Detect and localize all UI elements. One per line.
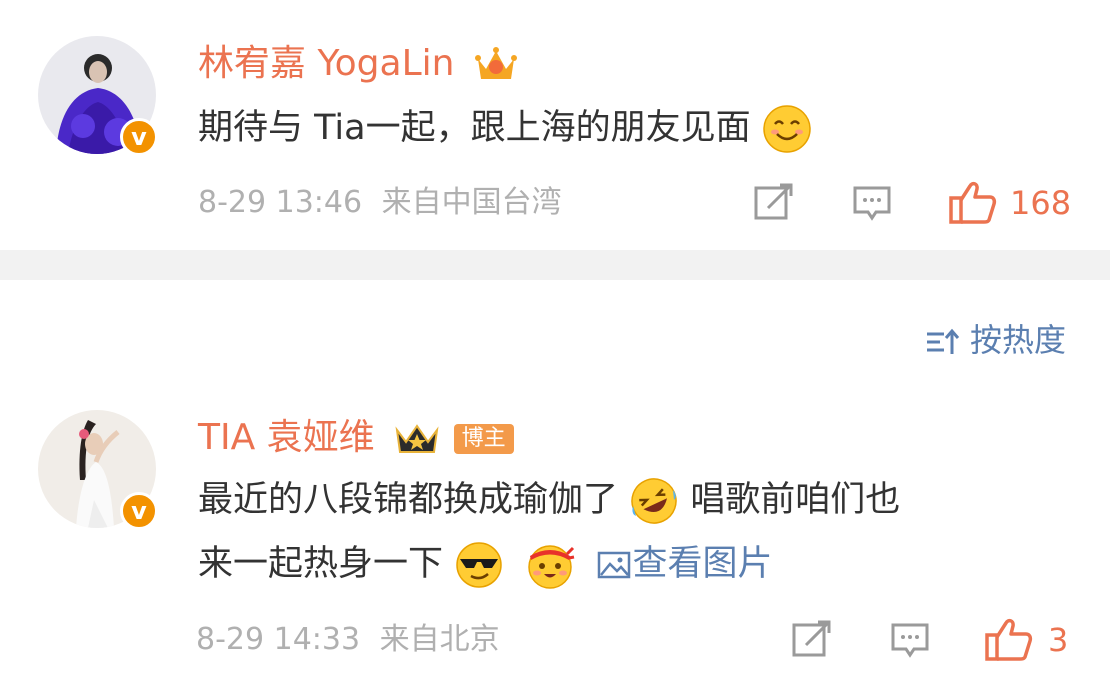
username-text[interactable]: 林宥嘉 YogaLin [198, 43, 454, 84]
timestamp: 8-29 14:33 [196, 622, 361, 657]
repost-button-icon[interactable] [752, 180, 796, 224]
crown-badge-icon [474, 47, 517, 79]
headband-emoji-icon [528, 545, 575, 589]
like-count: 3 [1048, 621, 1069, 659]
comment-content: 期待与 Tia一起，跟上海的朋友见面 [198, 108, 751, 148]
username[interactable]: 林宥嘉 YogaLin [198, 42, 518, 86]
section-divider [0, 250, 1110, 280]
location-source: 来自中国台湾 [381, 185, 562, 220]
sunglasses-emoji-icon [456, 542, 502, 588]
comment-text: 期待与 Tia一起，跟上海的朋友见面 [198, 96, 812, 160]
repost-button-icon[interactable] [790, 617, 834, 661]
username-text[interactable]: TIA 袁娅维 [198, 417, 375, 458]
smiling-face-emoji-icon [763, 105, 811, 153]
sort-by-hot-button[interactable]: 按热度 [924, 318, 1066, 362]
comment-content-line1: 最近的八段锦都换成瑜伽了 [198, 480, 619, 520]
verified-badge-icon: v [120, 118, 158, 156]
username[interactable]: TIA 袁娅维 博主 [198, 416, 514, 460]
comment-meta: 8-29 14:33 来自北京 [196, 620, 500, 660]
rolling-laugh-emoji-icon [631, 478, 677, 524]
like-button-icon[interactable] [984, 617, 1034, 663]
timestamp: 8-29 13:46 [198, 185, 363, 220]
view-image-link[interactable]: 查看图片 [596, 544, 772, 584]
comment-text-line2: 来一起热身一下 查看图片 [198, 532, 772, 596]
like-button-icon[interactable] [948, 180, 998, 226]
location-source: 来自北京 [379, 622, 500, 657]
sort-icon [926, 328, 959, 354]
sort-label[interactable]: 按热度 [970, 321, 1066, 359]
like-count: 168 [1010, 184, 1072, 222]
comment-actions: 168 [750, 180, 1080, 226]
comment-yogalin: v 林宥嘉 YogaLin 期待与 Tia一起，跟上海的朋友见面 8-29 13… [0, 0, 1110, 250]
comment-text: 最近的八段锦都换成瑜伽了 唱歌前咱们也 [198, 468, 900, 532]
author-tag: 博主 [453, 424, 514, 454]
view-image-label[interactable]: 查看图片 [632, 544, 772, 584]
comment-meta: 8-29 13:46 来自中国台湾 [198, 183, 562, 223]
comment-actions: 3 [788, 617, 1088, 663]
image-icon [598, 551, 631, 579]
verified-badge-icon: v [120, 492, 158, 530]
reply-button-icon[interactable] [850, 180, 894, 224]
comment-tia: 按热度 v TIA 袁娅维 博主 最近的八段锦都换成瑜伽了 唱歌前咱们也 来一起… [0, 280, 1110, 697]
crown-badge-icon [395, 424, 439, 453]
comment-content-line2: 来一起热身一下 [198, 544, 444, 584]
comment-content-line1-after: 唱歌前咱们也 [690, 480, 901, 520]
reply-button-icon[interactable] [888, 617, 932, 661]
